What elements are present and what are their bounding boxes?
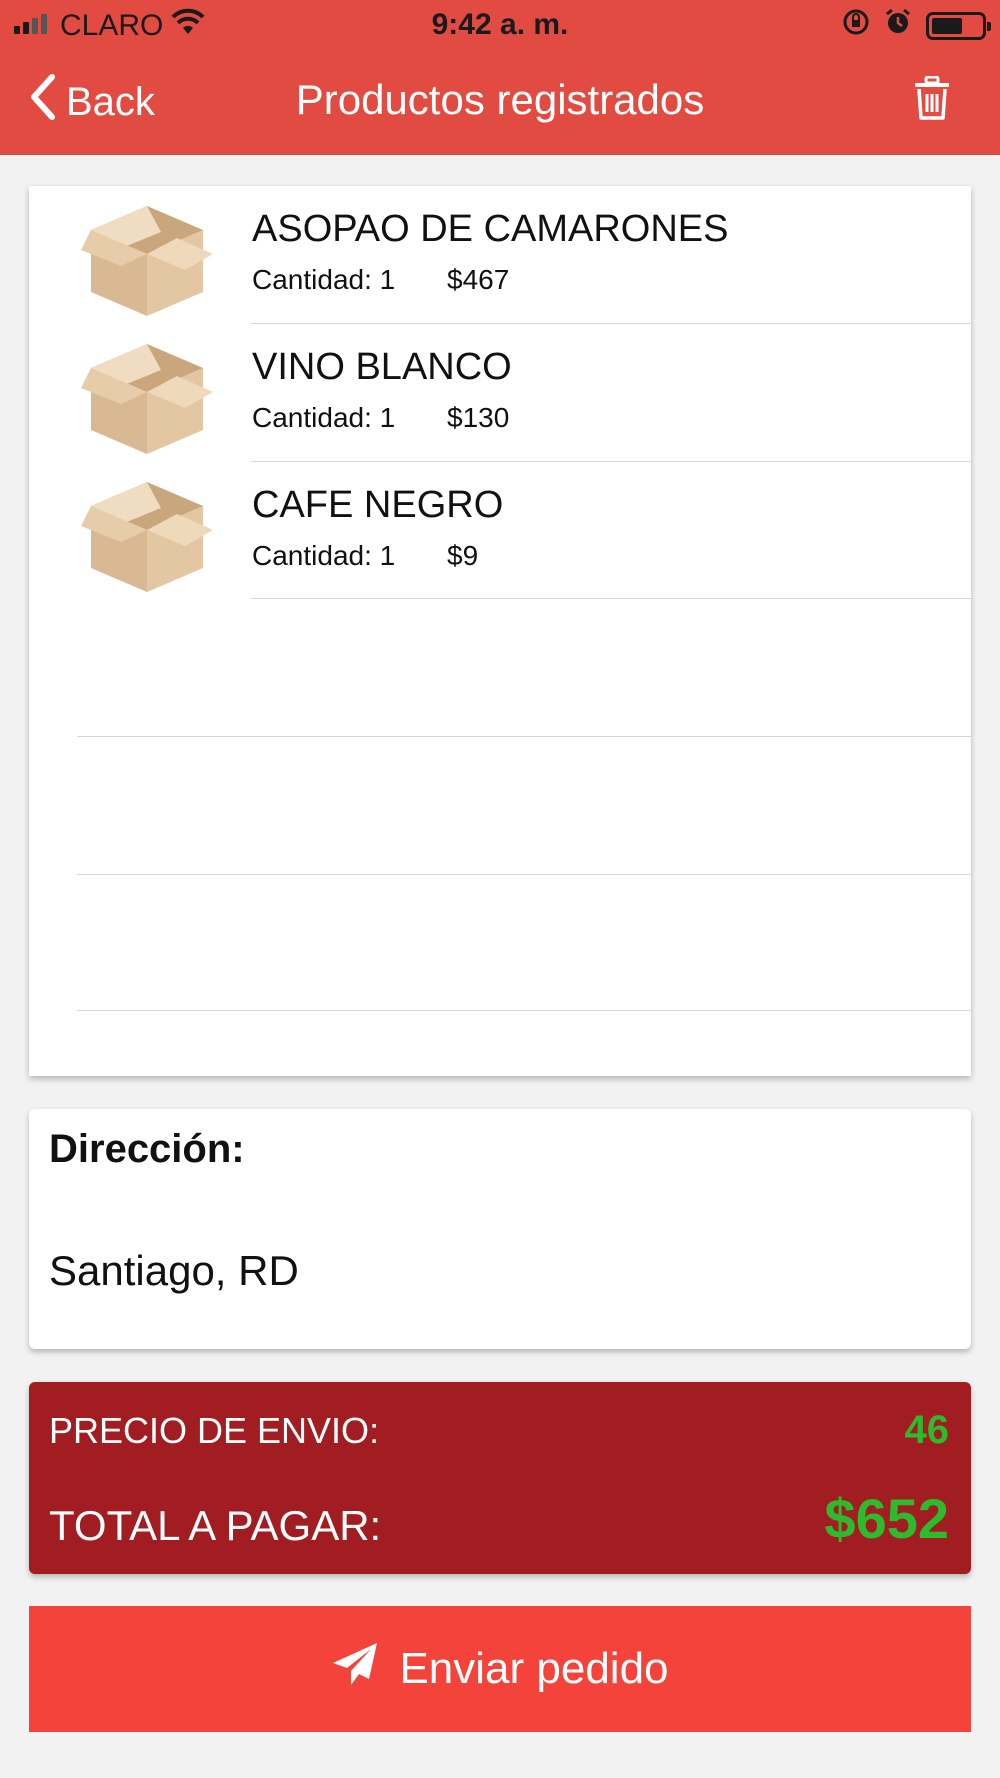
divider bbox=[251, 598, 971, 599]
address-card: Dirección: Santiago, RD bbox=[29, 1109, 971, 1349]
paper-plane-icon bbox=[331, 1641, 379, 1698]
send-order-button[interactable]: Enviar pedido bbox=[29, 1606, 971, 1732]
product-name: ASOPAO DE CAMARONES bbox=[252, 208, 729, 250]
divider bbox=[77, 736, 971, 737]
address-label: Dirección: bbox=[49, 1127, 245, 1171]
order-summary: PRECIO DE ENVIO: 46 TOTAL A PAGAR: $652 bbox=[29, 1382, 971, 1574]
product-quantity: Cantidad: 1 bbox=[252, 264, 396, 295]
product-quantity: Cantidad: 1 bbox=[252, 540, 396, 571]
total-label: TOTAL A PAGAR: bbox=[49, 1502, 382, 1549]
shipping-price-value: 46 bbox=[904, 1408, 950, 1452]
box-icon bbox=[77, 330, 217, 461]
list-item[interactable]: ASOPAO DE CAMARONES Cantidad: 1 $467 bbox=[29, 186, 971, 323]
box-icon bbox=[77, 468, 217, 599]
product-list[interactable]: ASOPAO DE CAMARONES Cantidad: 1 $467 VIN… bbox=[29, 186, 971, 1076]
product-name: VINO BLANCO bbox=[252, 346, 512, 388]
delete-button[interactable] bbox=[914, 75, 950, 125]
total-value: $652 bbox=[824, 1487, 949, 1550]
status-bar: CLARO 9:42 a. m. bbox=[0, 0, 1000, 50]
rotation-lock-icon bbox=[842, 8, 870, 44]
address-value: Santiago, RD bbox=[49, 1247, 299, 1294]
send-order-label: Enviar pedido bbox=[399, 1644, 669, 1693]
product-price: $467 bbox=[447, 264, 510, 295]
trash-icon bbox=[914, 75, 950, 124]
product-price: $130 bbox=[447, 402, 510, 433]
box-icon bbox=[77, 192, 217, 323]
alarm-icon bbox=[884, 8, 912, 44]
product-price: $9 bbox=[447, 540, 479, 571]
list-item[interactable]: VINO BLANCO Cantidad: 1 $130 bbox=[29, 324, 971, 461]
product-quantity: Cantidad: 1 bbox=[252, 402, 396, 433]
divider bbox=[77, 1010, 971, 1011]
list-item[interactable]: CAFE NEGRO Cantidad: 1 $9 bbox=[29, 462, 971, 599]
page-title: Productos registrados bbox=[295, 76, 705, 123]
app-header: CLARO 9:42 a. m. Back Productos registra… bbox=[0, 0, 1000, 155]
shipping-price-label: PRECIO DE ENVIO: bbox=[49, 1410, 380, 1451]
product-name: CAFE NEGRO bbox=[252, 484, 504, 526]
divider bbox=[77, 874, 971, 875]
battery-icon bbox=[926, 12, 991, 40]
